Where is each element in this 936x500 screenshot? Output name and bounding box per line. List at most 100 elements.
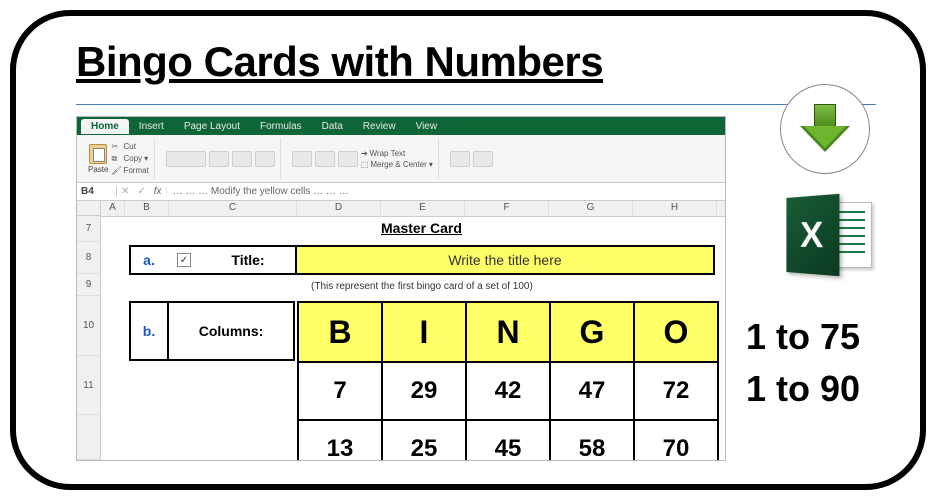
subnote: (This represent the first bingo card of …	[311, 281, 533, 292]
format-button[interactable]: 🖌Format	[111, 166, 148, 176]
columns-label-cell: Columns:	[169, 301, 295, 361]
col-header-d[interactable]: D	[297, 201, 381, 216]
align-right[interactable]	[338, 151, 358, 167]
currency-button[interactable]	[450, 151, 470, 167]
excel-x-letter: X	[800, 213, 823, 256]
name-box[interactable]: B4	[77, 186, 117, 197]
select-all-corner[interactable]	[77, 201, 101, 216]
tab-data[interactable]: Data	[312, 119, 353, 134]
bingo-cell[interactable]: 25	[382, 420, 466, 461]
ribbon-tabs: Home Insert Page Layout Formulas Data Re…	[77, 117, 725, 135]
bingo-cell[interactable]: 7	[298, 362, 382, 420]
col-header-c[interactable]: C	[169, 201, 297, 216]
col-header-a[interactable]: A	[101, 201, 125, 216]
merge-center-button[interactable]: ⬚ Merge & Center ▾	[361, 160, 433, 169]
tab-view[interactable]: View	[406, 119, 448, 134]
col-header-h[interactable]: H	[633, 201, 717, 216]
bingo-cell[interactable]: 29	[382, 362, 466, 420]
bingo-row-1: 7 29 42 47 72	[298, 362, 718, 420]
align-center[interactable]	[315, 151, 335, 167]
col-header-f[interactable]: F	[465, 201, 549, 216]
step-a-label: a.	[129, 245, 167, 275]
col-header-e[interactable]: E	[381, 201, 465, 216]
cut-button[interactable]: ✂Cut	[111, 142, 148, 152]
formula-bar: B4 ✕ ✓ fx … … … Modify the yellow cells …	[77, 183, 725, 201]
font-group	[161, 138, 281, 179]
paste-button[interactable]: Paste	[88, 144, 108, 174]
row-header-9[interactable]: 9	[77, 274, 101, 296]
bingo-cell[interactable]: 47	[550, 362, 634, 420]
ribbon-body: Paste ✂Cut ⧉Copy ▾ 🖌Format ➜ Wra	[77, 135, 725, 183]
grid-area: 7 8 9 10 11 A B C D E F G H	[77, 201, 725, 460]
paste-label: Paste	[88, 165, 108, 174]
checkbox-icon[interactable]: ✓	[177, 253, 191, 267]
scissors-icon: ✂	[111, 142, 121, 152]
bingo-head-n[interactable]: N	[466, 302, 550, 362]
title-label-cell: Title:	[201, 245, 295, 275]
italic-button[interactable]	[255, 151, 275, 167]
row-header-11[interactable]: 11	[77, 356, 101, 416]
cells: A B C D E F G H Master Card a. ✓	[101, 201, 725, 460]
bingo-row-2: 13 25 45 58 70	[298, 420, 718, 461]
bingo-head-g[interactable]: G	[550, 302, 634, 362]
copy-button[interactable]: ⧉Copy ▾	[111, 154, 148, 164]
tab-insert[interactable]: Insert	[129, 119, 174, 134]
column-headers: A B C D E F G H	[101, 201, 725, 217]
title-value-cell[interactable]: Write the title here	[295, 245, 715, 275]
bold-button[interactable]	[232, 151, 252, 167]
merge-label: Merge & Center	[370, 160, 426, 169]
bingo-cell[interactable]: 13	[298, 420, 382, 461]
title-row: a. ✓ Title: Write the title here	[129, 245, 715, 275]
row-headers: 7 8 9 10 11	[77, 201, 101, 460]
download-badge[interactable]	[780, 84, 870, 174]
download-arrow-icon	[800, 104, 850, 154]
number-group	[445, 138, 498, 179]
copy-label: Copy	[123, 154, 142, 163]
paste-icon	[89, 144, 107, 164]
cut-label: Cut	[123, 142, 135, 151]
card-frame: Bingo Cards with Numbers Home Insert Pag…	[10, 10, 926, 490]
bingo-table: B I N G O 7 29 42 47 72	[297, 301, 719, 461]
format-label: Format	[123, 166, 148, 175]
tab-review[interactable]: Review	[353, 119, 406, 134]
bingo-cell[interactable]: 72	[634, 362, 718, 420]
copy-icon: ⧉	[111, 154, 121, 164]
bingo-head-o[interactable]: O	[634, 302, 718, 362]
row-header-10[interactable]: 10	[77, 296, 101, 356]
tab-home[interactable]: Home	[81, 119, 129, 134]
wrap-label: Wrap Text	[370, 149, 406, 158]
step-b-label: b.	[129, 301, 169, 361]
excel-file-icon[interactable]: X	[784, 196, 872, 274]
bingo-head-b[interactable]: B	[298, 302, 382, 362]
font-size[interactable]	[209, 151, 229, 167]
formula-cancel-icon[interactable]: ✕	[117, 186, 133, 197]
font-name[interactable]	[166, 151, 206, 167]
align-group: ➜ Wrap Text ⬚ Merge & Center ▾	[287, 138, 439, 179]
col-header-g[interactable]: G	[549, 201, 633, 216]
brush-icon: 🖌	[111, 166, 121, 176]
row-header-7[interactable]: 7	[77, 216, 101, 242]
row-header-8[interactable]: 8	[77, 242, 101, 274]
bingo-head-i[interactable]: I	[382, 302, 466, 362]
bingo-cell[interactable]: 42	[466, 362, 550, 420]
bingo-cell[interactable]: 45	[466, 420, 550, 461]
bingo-cell[interactable]: 58	[550, 420, 634, 461]
bingo-cell[interactable]: 70	[634, 420, 718, 461]
tab-formulas[interactable]: Formulas	[250, 119, 312, 134]
formula-input[interactable]: … … … Modify the yellow cells … … …	[167, 186, 355, 197]
align-left[interactable]	[292, 151, 312, 167]
percent-button[interactable]	[473, 151, 493, 167]
formula-confirm-icon[interactable]: ✓	[133, 186, 149, 197]
excel-book-icon: X	[786, 194, 839, 276]
columns-label-row: b. Columns:	[129, 301, 295, 361]
divider	[76, 104, 876, 105]
checkbox-cell[interactable]: ✓	[167, 245, 201, 275]
excel-screenshot: Home Insert Page Layout Formulas Data Re…	[76, 116, 726, 461]
tab-page-layout[interactable]: Page Layout	[174, 119, 250, 134]
fx-label[interactable]: fx	[150, 186, 167, 197]
row-header-extra[interactable]	[77, 415, 101, 460]
range-1-to-90: 1 to 90	[746, 368, 860, 410]
master-card-heading: Master Card	[381, 220, 462, 236]
wrap-text-button[interactable]: ➜ Wrap Text	[361, 149, 433, 158]
col-header-b[interactable]: B	[125, 201, 169, 216]
